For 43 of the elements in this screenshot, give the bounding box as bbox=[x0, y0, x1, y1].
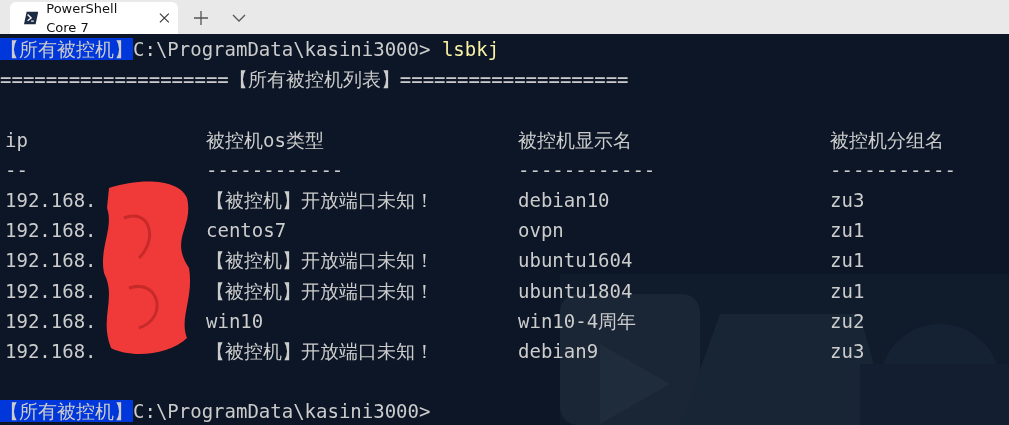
header-rule: ------------ bbox=[206, 158, 344, 181]
prompt-path: C:\ProgramData\kasini3000> bbox=[133, 38, 431, 60]
prompt-path: C:\ProgramData\kasini3000> bbox=[133, 400, 431, 423]
table-cell: 192.168. bbox=[5, 219, 97, 242]
table-cell: zu1 bbox=[830, 219, 865, 242]
dropdown-icon[interactable] bbox=[232, 14, 246, 22]
table-cell: 192.168. bbox=[5, 188, 97, 211]
table-cell: 【被控机】开放端口未知！ bbox=[206, 279, 434, 302]
table-cell: zu1 bbox=[830, 249, 865, 272]
column-header: 被控机显示名 bbox=[518, 127, 633, 153]
table-cell: win10-4周年 bbox=[518, 309, 637, 332]
banner-text: ====================【所有被控机列表】==================== bbox=[0, 68, 629, 91]
table-cell: debian9 bbox=[518, 339, 599, 362]
table-cell: ubuntu1804 bbox=[518, 279, 633, 302]
table-cell: zu3 bbox=[830, 188, 865, 211]
header-rule: ------------ bbox=[518, 158, 656, 181]
powershell-icon bbox=[24, 11, 39, 25]
table-cell: 192.168. bbox=[5, 339, 97, 362]
column-header: ip bbox=[5, 127, 29, 153]
terminal-tab[interactable]: PowerShell Core 7 bbox=[10, 2, 178, 34]
table-cell: ovpn bbox=[518, 219, 564, 242]
close-icon[interactable] bbox=[159, 12, 170, 24]
header-rule: ----------- bbox=[830, 158, 956, 181]
table-cell: 【被控机】开放端口未知！ bbox=[206, 188, 434, 211]
table-cell: 【被控机】开放端口未知！ bbox=[206, 339, 434, 362]
command-text: lsbkj bbox=[441, 38, 500, 60]
table-cell: win10 bbox=[206, 309, 264, 332]
table-cell: 192.168. bbox=[5, 309, 97, 332]
table-cell: 【被控机】开放端口未知！ bbox=[206, 249, 434, 272]
table-cell: 192.168. bbox=[5, 279, 97, 302]
table-cell: zu2 bbox=[830, 309, 865, 332]
new-tab-icon[interactable] bbox=[194, 11, 208, 25]
table-cell: zu1 bbox=[830, 279, 865, 302]
prompt-label: 【所有被控机】 bbox=[0, 400, 133, 423]
header-rule: -- bbox=[5, 158, 28, 181]
column-header: 被控机分组名 bbox=[830, 127, 945, 153]
table-cell: debian10 bbox=[518, 188, 610, 211]
prompt-label: 【所有被控机】 bbox=[0, 38, 133, 60]
table-cell: 192.168. bbox=[5, 249, 97, 272]
table-cell: ubuntu1604 bbox=[518, 249, 633, 272]
table-cell: centos7 bbox=[206, 219, 287, 242]
table-cell: zu3 bbox=[830, 339, 865, 362]
column-header: 被控机os类型 bbox=[206, 127, 325, 153]
